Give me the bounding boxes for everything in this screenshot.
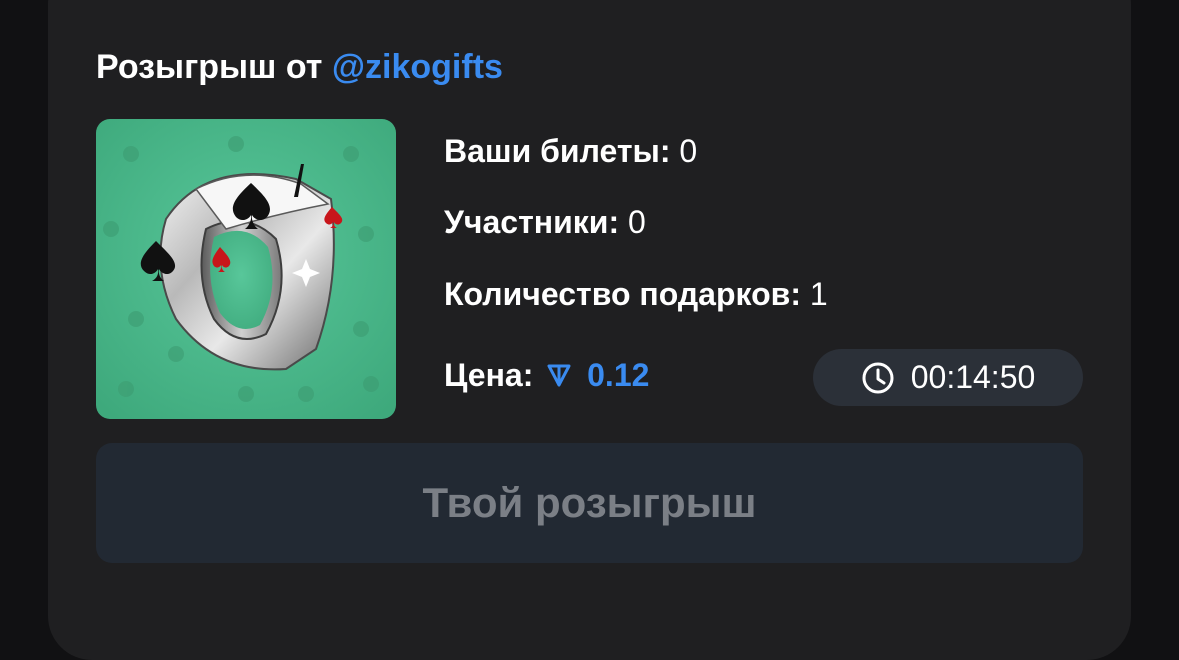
price-row: Цена: 0.12 (444, 357, 649, 396)
countdown-timer: 00:14:50 (813, 349, 1083, 406)
clock-icon (861, 361, 895, 395)
timer-value: 00:14:50 (910, 359, 1036, 395)
tickets-value: 0 (679, 133, 698, 169)
price-label: Цена: (444, 357, 534, 393)
participants-row: Участники: 0 (444, 204, 646, 241)
giveaway-title: Розыгрыш от @zikogifts (96, 48, 503, 87)
title-prefix: Розыгрыш от (96, 48, 323, 86)
prize-image (96, 119, 396, 419)
gifts-count-label: Количество подарков: (444, 276, 801, 312)
gifts-count-value: 1 (809, 276, 828, 312)
your-giveaway-button[interactable]: Твой розыгрыш (96, 443, 1083, 563)
organizer-username-link[interactable]: @zikogifts (332, 48, 503, 86)
ring-with-spade-icon (96, 119, 396, 419)
tickets-row: Ваши билеты: 0 (444, 133, 697, 170)
participants-label: Участники: (444, 204, 620, 240)
participants-value: 0 (627, 204, 646, 240)
ton-icon (546, 359, 572, 396)
price-value: 0.12 (587, 357, 650, 393)
tickets-label: Ваши билеты: (444, 133, 671, 169)
your-giveaway-button-label: Твой розыгрыш (422, 479, 757, 526)
gifts-count-row: Количество подарков: 1 (444, 276, 828, 313)
